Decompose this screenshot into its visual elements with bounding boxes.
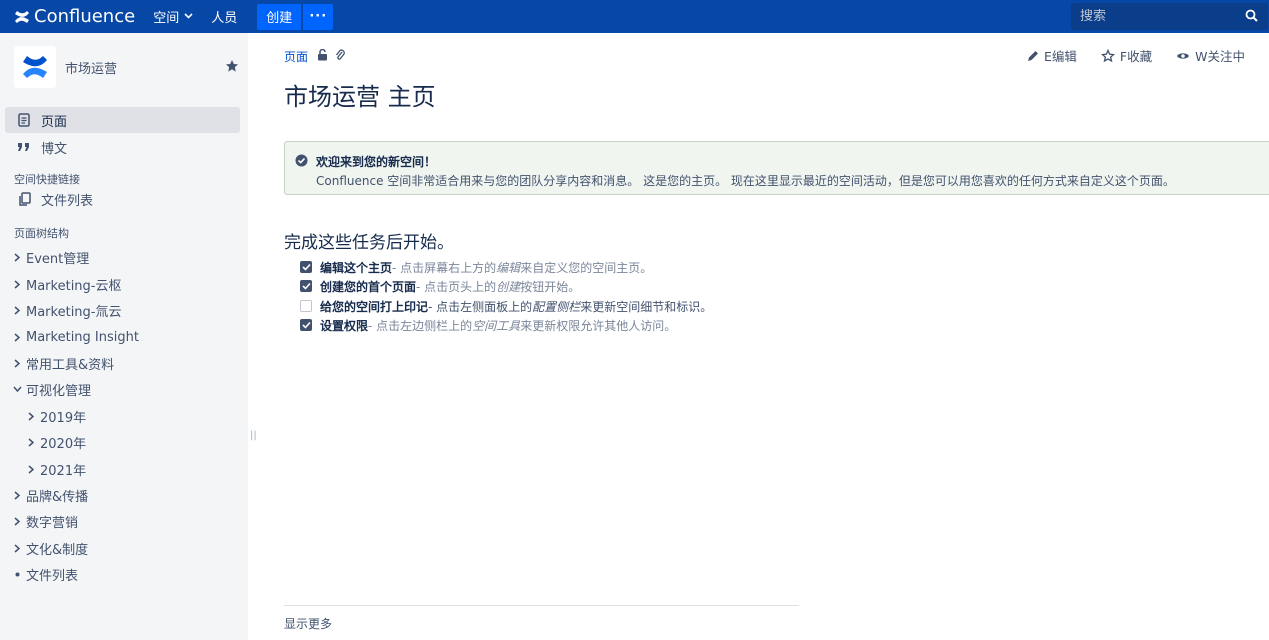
chevron-right-icon[interactable]: [11, 516, 23, 526]
tasks-heading: 完成这些任务后开始。: [284, 233, 454, 253]
tree-item-2019[interactable]: 2019年: [25, 405, 86, 427]
task-title: 设置权限: [320, 318, 369, 333]
chevron-down-icon: [184, 11, 193, 22]
welcome-body: Confluence 空间非常适合用来与您的团队分享内容和消息。 这是您的主页。…: [316, 174, 1175, 188]
tree-item-digital-marketing[interactable]: 数字营销: [11, 510, 78, 532]
create-button[interactable]: 创建: [257, 3, 302, 30]
chevron-right-icon[interactable]: [25, 411, 37, 421]
check-circle-icon: [295, 154, 308, 171]
nav-spaces[interactable]: 空间: [153, 7, 193, 26]
chevron-right-icon[interactable]: [11, 305, 23, 315]
copy-icon: [15, 192, 33, 206]
bullet-icon: [11, 572, 23, 577]
favorite-button[interactable]: F收藏: [1100, 46, 1152, 65]
chevron-right-icon[interactable]: [11, 543, 23, 553]
breadcrumb: 页面: [284, 48, 345, 65]
task-title: 给您的空间打上印记: [320, 299, 429, 314]
task-item: 给您的空间打上印记 - 点击左侧面板上的配置侧栏来更新空间细节和标识。: [300, 297, 712, 315]
checkbox-checked[interactable]: [300, 280, 312, 292]
checkbox-checked[interactable]: [300, 261, 312, 273]
checkbox-checked[interactable]: [300, 319, 312, 331]
shortcuts-heading: 空间快捷链接: [14, 173, 80, 186]
quote-icon: [15, 142, 33, 152]
star-icon[interactable]: [225, 59, 239, 77]
welcome-title: 欢迎来到您的新空间！: [316, 155, 437, 169]
tree-item-visual-management[interactable]: 可视化管理: [11, 378, 91, 400]
edit-button[interactable]: E编辑: [1027, 46, 1077, 65]
chevron-right-icon[interactable]: [11, 252, 23, 262]
task-item: 设置权限 - 点击左边侧栏上的空间工具来更新权限允许其他人访问。: [300, 316, 676, 334]
confluence-space-icon: [23, 56, 47, 78]
tree-item-file-list[interactable]: 文件列表: [11, 563, 78, 585]
space-name[interactable]: 市场运营: [65, 58, 117, 77]
top-navigation-bar: Confluence 空间 人员 创建 ···: [0, 0, 1269, 33]
chevron-right-icon[interactable]: [11, 358, 23, 368]
sidebar-item-pages[interactable]: 页面: [5, 107, 240, 133]
checkbox-unchecked[interactable]: [300, 300, 312, 312]
chevron-right-icon[interactable]: [11, 332, 23, 342]
space-header: 市场运营: [0, 33, 248, 101]
page-title: 市场运营 主页: [284, 83, 436, 111]
space-logo[interactable]: [14, 46, 56, 88]
unlock-icon[interactable]: [317, 48, 328, 64]
search-box[interactable]: [1071, 3, 1268, 30]
sidebar-item-blog[interactable]: 博文: [5, 134, 240, 160]
tree-item-2021[interactable]: 2021年: [25, 458, 86, 480]
show-more-link[interactable]: 显示更多: [284, 615, 332, 632]
chevron-right-icon[interactable]: [25, 464, 37, 474]
eye-icon: [1176, 51, 1190, 61]
confluence-logo-icon: [15, 10, 29, 23]
search-icon[interactable]: [1245, 9, 1258, 26]
tree-item-2020[interactable]: 2020年: [25, 431, 86, 453]
chevron-down-icon[interactable]: [11, 386, 23, 392]
task-item: 创建您的首个页面 - 点击页头上的创建按钮开始。: [300, 277, 580, 295]
tree-item-culture[interactable]: 文化&制度: [11, 537, 88, 559]
search-input[interactable]: [1071, 9, 1231, 24]
activity-divider: [284, 605, 799, 606]
sidebar-item-file-list[interactable]: 文件列表: [5, 186, 240, 212]
watch-button[interactable]: W关注中: [1176, 46, 1245, 65]
task-title: 编辑这个主页: [320, 260, 393, 275]
page-tree-heading: 页面树结构: [14, 227, 69, 240]
tree-item-marketing-yunshu[interactable]: Marketing-云枢: [11, 273, 121, 295]
nav-people[interactable]: 人员: [211, 7, 237, 26]
tree-item-tools[interactable]: 常用工具&资料: [11, 352, 114, 374]
space-sidebar: 市场运营 页面 博文 空间快捷链接 文件列表 页面树结构 Event管理 Mar…: [0, 33, 248, 640]
attachment-icon[interactable]: [335, 49, 345, 64]
task-title: 创建您的首个页面: [320, 279, 417, 294]
chevron-right-icon[interactable]: [11, 279, 23, 289]
page-icon: [15, 113, 33, 127]
app-name: Confluence: [34, 6, 136, 27]
more-create-button[interactable]: ···: [303, 3, 334, 30]
pencil-icon: [1027, 50, 1039, 62]
star-outline-icon: [1100, 48, 1115, 63]
chevron-right-icon[interactable]: [11, 490, 23, 500]
task-item: 编辑这个主页 - 点击屏幕右上方的编辑来自定义您的空间主页。: [300, 258, 652, 276]
confluence-logo[interactable]: Confluence: [14, 6, 135, 27]
main-content: 页面 E编辑 F收藏 W关注中 市场运营 主页 欢迎来到您的新空间！ Confl…: [248, 33, 1269, 640]
breadcrumb-pages-link[interactable]: 页面: [284, 48, 308, 65]
tree-item-event[interactable]: Event管理: [11, 246, 89, 268]
tree-item-marketing-insight[interactable]: Marketing Insight: [11, 326, 139, 348]
welcome-panel: 欢迎来到您的新空间！ Confluence 空间非常适合用来与您的团队分享内容和…: [284, 141, 1269, 195]
tree-item-marketing-chuanyun[interactable]: Marketing-氚云: [11, 299, 121, 321]
chevron-right-icon[interactable]: [25, 437, 37, 447]
page-actions: E编辑 F收藏 W关注中: [1003, 46, 1245, 65]
tree-item-brand[interactable]: 品牌&传播: [11, 484, 88, 506]
